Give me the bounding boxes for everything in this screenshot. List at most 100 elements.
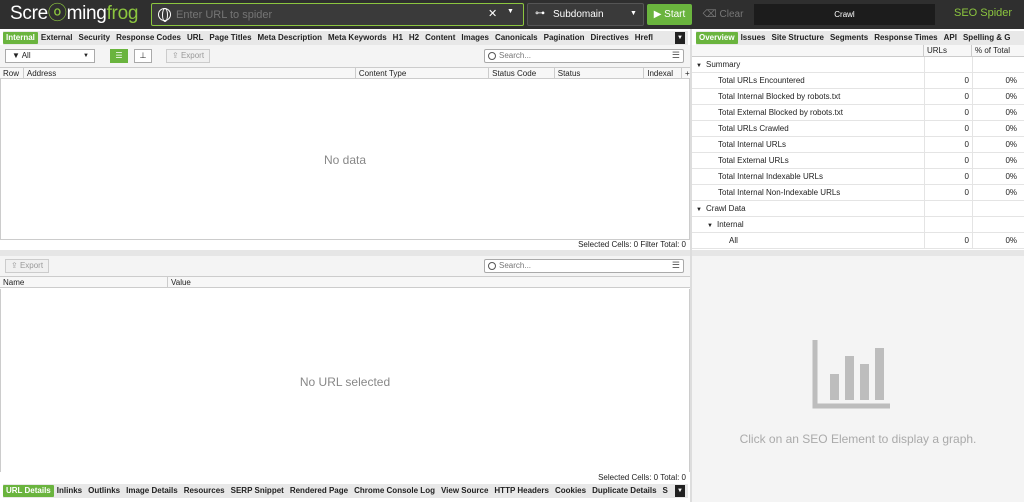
tree-row-urls bbox=[924, 57, 972, 72]
filter-icon: ▼ bbox=[12, 51, 20, 60]
column-address[interactable]: Address bbox=[24, 68, 356, 79]
clear-url-icon[interactable]: ✕ bbox=[488, 7, 497, 20]
tab-response-times[interactable]: Response Times bbox=[871, 32, 940, 44]
column-row[interactable]: Row bbox=[0, 68, 24, 79]
tree-group-row[interactable]: ▼ Summary bbox=[692, 57, 1024, 73]
tab-segments[interactable]: Segments bbox=[827, 32, 871, 44]
column-value[interactable]: Value bbox=[168, 277, 690, 288]
tab-duplicate-details[interactable]: Duplicate Details bbox=[589, 485, 659, 497]
tab-response-codes[interactable]: Response Codes bbox=[113, 32, 184, 44]
tab-site-structure[interactable]: Site Structure bbox=[768, 32, 826, 44]
tree-row-urls: 0 bbox=[924, 105, 972, 120]
export-button[interactable]: ⇪ Export bbox=[166, 49, 211, 63]
tab-h2[interactable]: H2 bbox=[406, 32, 422, 44]
tab-meta-keywords[interactable]: Meta Keywords bbox=[325, 32, 390, 44]
tab-pagination[interactable]: Pagination bbox=[541, 32, 588, 44]
column-status[interactable]: Status bbox=[555, 68, 645, 79]
url-history-chevron-icon[interactable]: ▼ bbox=[507, 8, 514, 15]
tab-inlinks[interactable]: Inlinks bbox=[54, 485, 85, 497]
tab-outlinks[interactable]: Outlinks bbox=[85, 485, 123, 497]
tab-overview[interactable]: Overview bbox=[696, 32, 738, 44]
tree-icon: ⊥ bbox=[139, 51, 147, 60]
expand-icon[interactable]: ▼ bbox=[696, 202, 706, 216]
overview-col-pct[interactable]: % of Total bbox=[972, 45, 1024, 56]
tree-row-percent bbox=[972, 217, 1020, 232]
tab-api[interactable]: API bbox=[941, 32, 960, 44]
tab-url-details[interactable]: URL Details bbox=[3, 485, 54, 497]
tab-spelling-g[interactable]: Spelling & G bbox=[960, 32, 1014, 44]
tab-canonicals[interactable]: Canonicals bbox=[492, 32, 541, 44]
tab-cookies[interactable]: Cookies bbox=[552, 485, 589, 497]
tab-page-titles[interactable]: Page Titles bbox=[206, 32, 254, 44]
tab-directives[interactable]: Directives bbox=[588, 32, 632, 44]
grid-header: Row Address Content Type Status Code Status I… bbox=[0, 67, 690, 79]
overview-col-urls[interactable]: URLs bbox=[924, 45, 972, 56]
tab-internal[interactable]: Internal bbox=[3, 32, 38, 44]
tab-chrome-console-log[interactable]: Chrome Console Log bbox=[351, 485, 438, 497]
tab-view-source[interactable]: View Source bbox=[438, 485, 491, 497]
tab-serp-snippet[interactable]: SERP Snippet bbox=[228, 485, 287, 497]
tab-issues[interactable]: Issues bbox=[738, 32, 769, 44]
filter-select[interactable]: ▼ All ▼ bbox=[5, 49, 95, 63]
details-search-box[interactable]: ☰ bbox=[484, 259, 684, 273]
tree-row[interactable]: Total Internal URLs 0 0% bbox=[692, 137, 1024, 153]
column-name[interactable]: Name bbox=[0, 277, 168, 288]
search-box[interactable]: ☰ bbox=[484, 49, 684, 63]
tab-images[interactable]: Images bbox=[458, 32, 492, 44]
column-content-type[interactable]: Content Type bbox=[356, 68, 490, 79]
tab-hrefl[interactable]: Hrefl bbox=[632, 32, 656, 44]
tree-row[interactable]: Total Internal Blocked by robots.txt 0 0% bbox=[692, 89, 1024, 105]
tree-group-row[interactable]: ▼ Crawl Data bbox=[692, 201, 1024, 217]
filter-options-icon[interactable]: ☰ bbox=[672, 50, 680, 61]
tree-row[interactable]: Total Internal Indexable URLs 0 0% bbox=[692, 169, 1024, 185]
crawl-mode-select[interactable]: ⊶ Subdomain ▼ bbox=[527, 3, 644, 26]
tree-row-label: Total URLs Encountered bbox=[718, 76, 805, 85]
grid-body[interactable]: No data bbox=[0, 79, 690, 239]
tab-security[interactable]: Security bbox=[75, 32, 113, 44]
filter-options-icon[interactable]: ☰ bbox=[672, 260, 680, 271]
details-tabs: URL Details Inlinks Outlinks Image Details R… bbox=[3, 484, 688, 498]
tree-row[interactable]: Total External URLs 0 0% bbox=[692, 153, 1024, 169]
expand-icon[interactable]: ▼ bbox=[696, 58, 706, 72]
tab-meta-description[interactable]: Meta Description bbox=[255, 32, 325, 44]
search-input[interactable] bbox=[499, 51, 649, 60]
chevron-down-icon: ▼ bbox=[83, 53, 89, 59]
tree-row[interactable]: Total URLs Encountered 0 0% bbox=[692, 73, 1024, 89]
tree-row-label: Total Internal URLs bbox=[718, 140, 787, 149]
tree-row-urls bbox=[924, 201, 972, 216]
more-tabs-chevron-icon[interactable]: ▼ bbox=[675, 32, 685, 44]
tab-external[interactable]: External bbox=[38, 32, 76, 44]
list-view-button[interactable]: ☰ bbox=[110, 49, 128, 63]
expand-icon[interactable]: ▼ bbox=[707, 218, 717, 232]
tab-h1[interactable]: H1 bbox=[390, 32, 406, 44]
clear-button[interactable]: ⌫ Clear bbox=[699, 4, 747, 25]
tree-row[interactable]: Total URLs Crawled 0 0% bbox=[692, 121, 1024, 137]
tree-row-urls bbox=[924, 217, 972, 232]
tab-content[interactable]: Content bbox=[422, 32, 458, 44]
overview-tree: ▼ Summary Total URLs Encountered 0 0% Total I… bbox=[692, 57, 1024, 249]
start-button[interactable]: ▶ Start bbox=[647, 4, 692, 25]
url-bar[interactable]: ✕ ▼ bbox=[151, 3, 524, 26]
tab-http-headers[interactable]: HTTP Headers bbox=[491, 485, 552, 497]
details-search-input[interactable] bbox=[499, 261, 649, 270]
tab-url[interactable]: URL bbox=[184, 32, 206, 44]
tree-row-label: Internal bbox=[717, 220, 744, 229]
tab-resources[interactable]: Resources bbox=[181, 485, 228, 497]
tree-group-row[interactable]: ▼ Internal bbox=[692, 217, 1024, 233]
tree-row-percent: 0% bbox=[972, 73, 1020, 88]
tree-row-urls: 0 bbox=[924, 153, 972, 168]
details-body[interactable]: No URL selected bbox=[0, 289, 690, 472]
more-tabs-chevron-icon[interactable]: ▼ bbox=[675, 485, 685, 497]
column-indexal[interactable]: Indexal bbox=[644, 68, 683, 79]
url-input[interactable] bbox=[176, 6, 476, 23]
tab-image-details[interactable]: Image Details bbox=[123, 485, 181, 497]
add-column-icon[interactable]: + bbox=[682, 68, 690, 79]
tree-row[interactable]: Total Internal Non-Indexable URLs 0 0% bbox=[692, 185, 1024, 201]
details-export-button[interactable]: ⇪ Export bbox=[5, 259, 50, 273]
tree-row[interactable]: All 0 0% bbox=[692, 233, 1024, 249]
tab-s[interactable]: S bbox=[660, 485, 671, 497]
tree-row[interactable]: Total External Blocked by robots.txt 0 0% bbox=[692, 105, 1024, 121]
tab-rendered-page[interactable]: Rendered Page bbox=[287, 485, 351, 497]
column-status-code[interactable]: Status Code bbox=[489, 68, 555, 79]
tree-view-button[interactable]: ⊥ bbox=[134, 49, 152, 63]
